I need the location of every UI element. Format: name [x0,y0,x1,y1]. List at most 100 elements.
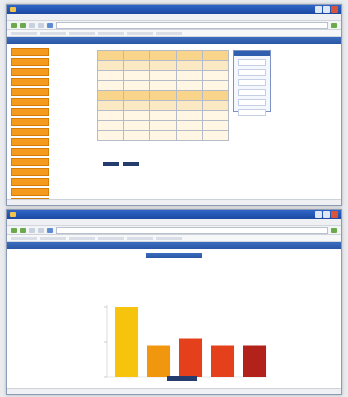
address-bar[interactable] [56,21,328,29]
table-cell [175,110,203,121]
link-item[interactable] [127,236,153,240]
link-item[interactable] [11,236,37,240]
sidebar-nav-item[interactable] [11,138,49,146]
table-cell [175,130,203,141]
table-row [96,70,230,81]
menu-item[interactable] [67,219,77,225]
link-item[interactable] [98,31,124,35]
table-cell [123,120,151,131]
bar-4-segment-1 [211,345,235,377]
panel-title [234,51,270,56]
window-titlebar[interactable] [7,210,341,219]
sidebar-nav-item[interactable] [11,188,49,196]
sidebar-nav-item[interactable] [11,128,49,136]
go-icon[interactable] [331,22,337,28]
table-cell [175,80,203,91]
panel-item[interactable] [238,89,266,96]
link-item[interactable] [40,31,66,35]
bar-chart [104,305,267,378]
sidebar-nav-item[interactable] [11,48,49,56]
link-item[interactable] [156,236,182,240]
menu-item[interactable] [53,219,63,225]
forward-icon[interactable] [20,227,26,233]
link-item[interactable] [40,236,66,240]
sidebar-nav-item[interactable] [11,148,49,156]
stop-icon[interactable] [29,22,35,28]
sidebar-nav-item[interactable] [11,158,49,166]
sidebar-nav-item[interactable] [11,118,49,126]
window-controls [315,6,338,13]
home-icon[interactable] [47,227,53,233]
menu-item[interactable] [53,14,63,20]
table-cell [201,80,230,91]
back-icon[interactable] [11,227,17,233]
sidebar-nav-item[interactable] [11,68,49,76]
table-cell [123,90,151,101]
forward-icon[interactable] [20,22,26,28]
panel-item[interactable] [238,59,266,66]
home-icon[interactable] [47,22,53,28]
menu-item[interactable] [11,219,21,225]
maximize-icon[interactable] [323,211,330,218]
close-icon[interactable] [331,6,338,13]
sidebar-nav-item[interactable] [11,98,49,106]
panel-item[interactable] [238,109,266,116]
table-row [96,90,230,101]
menu-item[interactable] [11,14,21,20]
address-bar[interactable] [56,226,328,234]
refresh-icon[interactable] [38,227,44,233]
close-icon[interactable] [331,211,338,218]
table-row [96,130,230,141]
sidebar-nav-item[interactable] [11,58,49,66]
menu-item[interactable] [25,14,35,20]
stop-icon[interactable] [29,227,35,233]
menu-item[interactable] [81,14,91,20]
menu-item[interactable] [39,14,49,20]
panel-item[interactable] [238,99,266,106]
table-cell [201,130,230,141]
sidebar-nav-item[interactable] [11,78,49,86]
back-icon[interactable] [11,22,17,28]
table-cell [149,100,177,111]
bar-3-segment-2 [179,338,203,377]
menu-item[interactable] [25,219,35,225]
link-item[interactable] [11,31,37,35]
sidebar-nav-item[interactable] [11,108,49,116]
data-table [96,50,230,141]
panel-item[interactable] [238,69,266,76]
sidebar-nav-item[interactable] [11,88,49,96]
table-cell [96,90,125,101]
menu-item[interactable] [81,219,91,225]
table-cell [96,70,125,81]
menu-bar [7,219,341,226]
panel-item[interactable] [238,79,266,86]
links-bar [7,235,341,242]
menu-item[interactable] [39,219,49,225]
table-cell [96,110,125,121]
table-cell [149,110,177,121]
link-item[interactable] [156,31,182,35]
link-item[interactable] [98,236,124,240]
minimize-icon[interactable] [315,211,322,218]
action-button[interactable] [123,162,139,166]
table-cell [96,100,125,111]
table-cell [123,80,151,91]
table-cell [149,70,177,81]
refresh-icon[interactable] [38,22,44,28]
go-icon[interactable] [331,227,337,233]
legend-button[interactable] [167,376,197,381]
menu-item[interactable] [67,14,77,20]
link-item[interactable] [69,236,95,240]
sidebar-nav-item[interactable] [11,178,49,186]
bar-1-segment-1 [115,307,139,377]
maximize-icon[interactable] [323,6,330,13]
link-item[interactable] [127,31,153,35]
action-button[interactable] [103,162,119,166]
minimize-icon[interactable] [315,6,322,13]
browser-window-grid [6,4,342,206]
window-titlebar[interactable] [7,5,341,14]
table-cell [96,120,125,131]
table-cell [149,50,177,61]
sidebar-nav-item[interactable] [11,168,49,176]
link-item[interactable] [69,31,95,35]
